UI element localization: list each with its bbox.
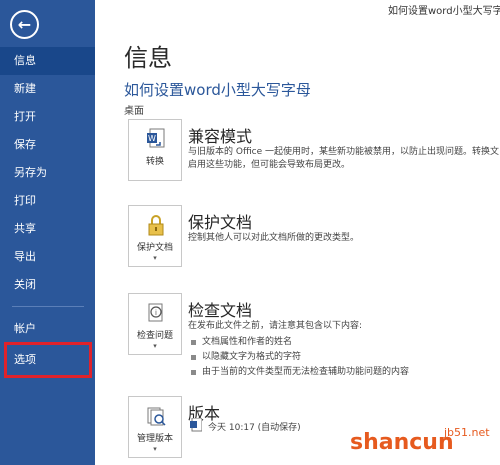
sidebar-item-account[interactable]: 帐户 <box>0 315 95 343</box>
compatibility-description: 与旧版本的 Office 一起使用时，某些新功能被禁用，以防止出现问题。转换文 … <box>188 147 499 170</box>
compatibility-title: 兼容模式 <box>188 127 253 146</box>
convert-button[interactable]: W 转换 <box>128 119 182 181</box>
window-caption: 如何设置word小型大写字母 <box>388 6 500 17</box>
convert-word-icon: W <box>147 128 165 148</box>
chevron-down-icon: ▾ <box>153 342 157 350</box>
inspect-section: i 检查问题 ▾ 检查文档 在发布此文件之前，请注意其包含以下内容: 文档属性和… <box>128 293 500 377</box>
sidebar-item-save[interactable]: 保存 <box>0 131 95 159</box>
protect-description: 控制其他人可以对此文档所做的更改类型。 <box>188 233 360 243</box>
document-name: 如何设置word小型大写字母 <box>124 81 311 99</box>
list-item: 以隐藏文字为格式的字符 <box>188 350 500 365</box>
document-location: 桌面 <box>124 106 144 117</box>
inspect-document-icon: i <box>148 303 163 322</box>
sidebar-item-close[interactable]: 关闭 <box>0 271 95 299</box>
check-issues-button[interactable]: i 检查问题 ▾ <box>128 293 182 355</box>
inspect-title: 检查文档 <box>188 301 253 320</box>
inspect-description: 在发布此文件之前，请注意其包含以下内容: <box>188 321 363 331</box>
page-title: 信息 <box>124 44 172 72</box>
watermark-logo: shancun <box>350 430 454 455</box>
word-document-icon <box>190 418 202 432</box>
list-item: 文档属性和作者的姓名 <box>188 335 500 350</box>
compatibility-section: W 转换 兼容模式 与旧版本的 Office 一起使用时，某些新功能被禁用，以防… <box>128 119 500 189</box>
sidebar-item-print[interactable]: 打印 <box>0 187 95 215</box>
check-issues-button-label: 检查问题 <box>136 331 173 341</box>
manage-versions-button-label: 管理版本 <box>136 434 173 444</box>
backstage-sidebar: ← 信息 新建 打开 保存 另存为 打印 共享 导出 关闭 帐户 选项 <box>0 0 95 465</box>
sidebar-item-save-as[interactable]: 另存为 <box>0 159 95 187</box>
inspect-bullet-list: 文档属性和作者的姓名 以隐藏文字为格式的字符 由于当前的文件类型而无法检查辅助功… <box>188 335 500 380</box>
version-entry-link[interactable]: 今天 10:17 (自动保存) <box>208 420 301 433</box>
sidebar-item-export[interactable]: 导出 <box>0 243 95 271</box>
chevron-down-icon: ▾ <box>153 254 157 262</box>
protect-section: 保护文档 ▾ 保护文档 控制其他人可以对此文档所做的更改类型。 <box>128 205 500 275</box>
watermark-url: jb51.net <box>444 426 490 439</box>
protect-document-button-label: 保护文档 <box>136 243 173 253</box>
options-highlight-box <box>4 342 92 378</box>
svg-text:W: W <box>148 134 156 143</box>
protect-document-button[interactable]: 保护文档 ▾ <box>128 205 182 267</box>
sidebar-item-new[interactable]: 新建 <box>0 75 95 103</box>
list-item: 由于当前的文件类型而无法检查辅助功能问题的内容 <box>188 365 500 380</box>
protect-title: 保护文档 <box>188 213 253 232</box>
lock-icon <box>148 215 164 236</box>
manage-versions-icon <box>147 407 166 426</box>
back-arrow-icon[interactable]: ← <box>10 10 39 39</box>
manage-versions-button[interactable]: 管理版本 ▾ <box>128 396 182 458</box>
convert-button-label: 转换 <box>145 157 164 167</box>
sidebar-item-open[interactable]: 打开 <box>0 103 95 131</box>
chevron-down-icon: ▾ <box>153 445 157 453</box>
sidebar-item-share[interactable]: 共享 <box>0 215 95 243</box>
svg-text:i: i <box>155 309 157 317</box>
sidebar-item-info[interactable]: 信息 <box>0 47 95 75</box>
sidebar-divider <box>12 306 84 307</box>
